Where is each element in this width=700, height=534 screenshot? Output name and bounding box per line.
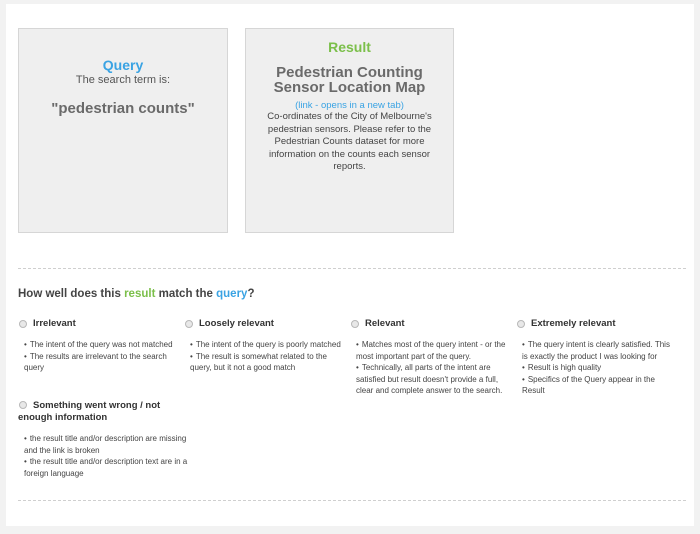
bullet: The result is somewhat related to the qu… [184, 351, 344, 374]
option-label: Loosely relevant [199, 318, 274, 329]
question-heading: How well does this result match the quer… [18, 288, 254, 300]
bullet: The query intent is clearly satisfied. T… [516, 339, 676, 362]
bullet: the result title and/or description text… [18, 456, 193, 479]
bullet: the result title and/or description are … [18, 433, 193, 456]
radio-something-went-wrong[interactable] [19, 401, 27, 409]
question-result-word: result [124, 288, 156, 300]
query-heading: Query [102, 57, 144, 73]
result-heading: Result [328, 39, 371, 55]
bullet: Result is high quality [516, 362, 676, 374]
page: Query The search term is: "pedestrian co… [6, 4, 694, 526]
option-bullets: Matches most of the query intent - or th… [350, 339, 510, 397]
question-suffix: ? [247, 288, 255, 300]
result-description: Co-ordinates of the City of Melbourne's … [267, 111, 432, 172]
option-bullets: the result title and/or description are … [18, 433, 193, 479]
radio-irrelevant[interactable] [19, 320, 27, 328]
option-label: Extremely relevant [531, 318, 616, 329]
radio-loosely-relevant[interactable] [185, 320, 193, 328]
radio-relevant[interactable] [351, 320, 359, 328]
option-bullets: The intent of the query is poorly matche… [184, 339, 344, 374]
option-relevant[interactable]: Relevant Matches most of the query inten… [350, 318, 510, 397]
bullet: The results are irrelevant to the search… [18, 351, 178, 374]
question-middle: match the [155, 288, 217, 300]
option-extremely-relevant[interactable]: Extremely relevant The query intent is c… [516, 318, 676, 397]
option-loosely-relevant[interactable]: Loosely relevant The intent of the query… [184, 318, 344, 374]
divider [18, 500, 686, 501]
query-card: Query The search term is: "pedestrian co… [18, 28, 228, 233]
result-link[interactable]: (link - opens in a new tab) [246, 100, 453, 111]
option-label: Something went wrong / not enough inform… [18, 400, 161, 423]
divider [18, 268, 686, 269]
option-irrelevant[interactable]: Irrelevant The intent of the query was n… [18, 318, 178, 374]
result-card: Result Pedestrian Counting Sensor Locati… [245, 28, 454, 233]
bullet: The intent of the query was not matched [18, 339, 178, 351]
option-bullets: The query intent is clearly satisfied. T… [516, 339, 676, 397]
bullet: Technically, all parts of the intent are… [350, 362, 510, 397]
bullet: Matches most of the query intent - or th… [350, 339, 510, 362]
option-label: Irrelevant [33, 318, 76, 329]
question-prefix: How well does this [18, 288, 125, 300]
bullet: The intent of the query is poorly matche… [184, 339, 344, 351]
option-label: Relevant [365, 318, 405, 329]
radio-extremely-relevant[interactable] [517, 320, 525, 328]
bullet: Specifics of the Query appear in the Res… [516, 374, 676, 397]
result-title: Pedestrian Counting Sensor Location Map [273, 64, 426, 96]
question-query-word: query [216, 288, 248, 300]
query-term: "pedestrian counts" [51, 100, 195, 117]
query-subtitle: The search term is: [75, 74, 171, 86]
option-something-went-wrong[interactable]: Something went wrong / not enough inform… [18, 399, 193, 479]
option-bullets: The intent of the query was not matched … [18, 339, 178, 374]
